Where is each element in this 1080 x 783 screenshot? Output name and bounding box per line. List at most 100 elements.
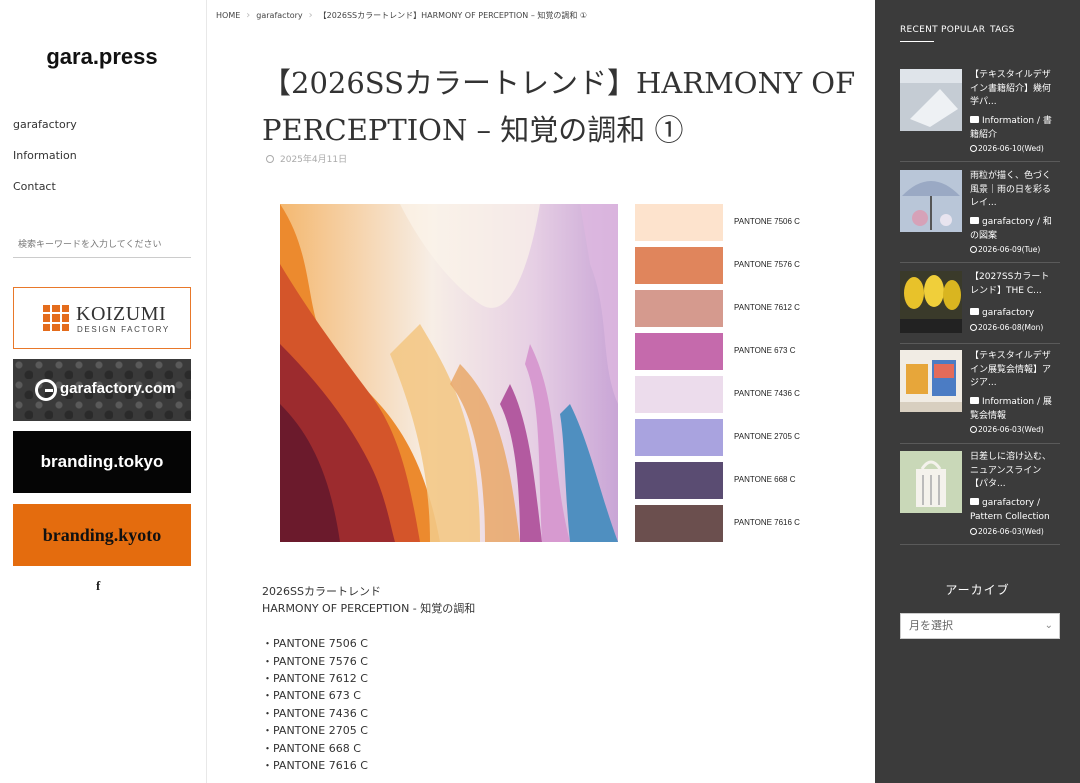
post-title[interactable]: 【テキスタイルデザイン書籍紹介】幾何学パ... — [970, 69, 1058, 110]
swatch-label: PANTONE 7576 C — [734, 260, 800, 269]
post-category[interactable]: garafactory — [970, 307, 1034, 321]
post-date: 2025年4月11日 — [266, 152, 347, 165]
page-title: 【2026SSカラートレンド】HARMONY OF PERCEPTION – 知… — [262, 66, 856, 147]
post-thumbnail — [900, 451, 962, 513]
swatch-7612 — [635, 290, 723, 327]
branding-kyoto-banner[interactable]: branding.kyoto — [13, 504, 191, 566]
garafactory-banner[interactable]: garafactory.com — [13, 359, 191, 421]
recent-post[interactable]: 日差しに溶け込む、ニュアンスライン【パタ... garafactory / Pa… — [900, 451, 1060, 551]
body-line — [262, 618, 475, 635]
clock-icon — [970, 324, 977, 331]
folder-icon — [970, 498, 979, 505]
post-thumbnail — [900, 350, 962, 412]
post-thumbnail — [900, 170, 962, 232]
nav-item-information[interactable]: Information — [13, 149, 77, 162]
clock-icon — [970, 246, 977, 253]
body-line: 2026SSカラートレンド — [262, 585, 381, 598]
divider — [900, 443, 1060, 444]
artwork-image — [280, 204, 618, 542]
chevron-right-icon: › — [246, 10, 251, 21]
post-date: 2026-06-08(Mon) — [970, 323, 1043, 332]
folder-icon — [970, 116, 979, 123]
post-category[interactable]: Information / 展覧会情報 — [970, 396, 1060, 423]
main-content: HOME › garafactory › 【2026SSカラートレンド】HARMONY … — [208, 0, 875, 783]
body-line: ・PANTONE 7612 C — [262, 672, 368, 686]
clock-icon — [970, 528, 977, 535]
body-line: ・PANTONE 673 C — [262, 689, 361, 703]
post-thumbnail — [900, 69, 962, 131]
body-line: HARMONY OF PERCEPTION - 知覚の調和 — [262, 602, 476, 616]
swatch-label: PANTONE 7616 C — [734, 518, 800, 527]
body-line: ・PANTONE 2705 C — [262, 724, 368, 738]
folder-icon — [970, 397, 979, 404]
post-date-text: 2025年4月11日 — [280, 155, 348, 165]
swatch-2705 — [635, 419, 723, 456]
swatch-7616 — [635, 505, 723, 542]
swatch-label: PANTONE 7436 C — [734, 389, 800, 398]
tab-recent[interactable]: RECENT — [900, 25, 938, 35]
folder-icon — [970, 217, 979, 224]
search-input[interactable] — [13, 232, 191, 258]
swatch-label: PANTONE 673 C — [734, 346, 796, 355]
clock-icon — [266, 155, 274, 163]
site-logo[interactable]: gara.press — [0, 44, 204, 70]
swatch-label: PANTONE 668 C — [734, 475, 796, 484]
swatch-label: PANTONE 7612 C — [734, 303, 800, 312]
garafactory-banner-label: garafactory.com — [60, 380, 176, 397]
archive-select[interactable]: 月を選択 ⌄ — [900, 613, 1060, 639]
chevron-down-icon: ⌄ — [1044, 620, 1053, 631]
branding-tokyo-banner[interactable]: branding.tokyo — [13, 431, 191, 493]
koizumi-banner-subtitle: DESIGN FACTORY — [77, 325, 170, 334]
divider — [900, 161, 1060, 162]
tab-active-indicator — [900, 41, 934, 42]
post-title[interactable]: 【2027SSカラートレンド】THE C... — [970, 271, 1058, 298]
post-title[interactable]: 雨粒が描く、色づく風景｜雨の日を彩るレイ... — [970, 170, 1058, 211]
breadcrumb-home[interactable]: HOME — [216, 11, 240, 20]
koizumi-logo-icon — [43, 305, 69, 331]
swatch-7576 — [635, 247, 723, 284]
divider — [900, 343, 1060, 344]
post-title[interactable]: 日差しに溶け込む、ニュアンスライン【パタ... — [970, 451, 1058, 492]
breadcrumb-current: 【2026SSカラートレンド】HARMONY OF PERCEPTION – 知… — [318, 11, 588, 20]
folder-icon — [970, 308, 979, 315]
post-date: 2026-06-03(Wed) — [970, 425, 1044, 434]
swatch-label: PANTONE 2705 C — [734, 432, 800, 441]
post-thumbnail — [900, 271, 962, 333]
recent-post[interactable]: 【テキスタイルデザイン書籍紹介】幾何学パ... Information / 書籍… — [900, 69, 1060, 169]
post-category[interactable]: Information / 書籍紹介 — [970, 115, 1060, 142]
archive-title: アーカイブ — [945, 583, 1010, 597]
body-line: ・PANTONE 7506 C — [262, 637, 368, 651]
koizumi-banner[interactable]: KOIZUMI DESIGN FACTORY — [13, 287, 191, 349]
body-line: ・PANTONE 668 C — [262, 741, 361, 755]
breadcrumb-garafactory[interactable]: garafactory — [256, 11, 302, 20]
recent-post[interactable]: 雨粒が描く、色づく風景｜雨の日を彩るレイ... garafactory / 和の… — [900, 170, 1060, 270]
nav-item-garafactory[interactable]: garafactory — [13, 118, 77, 131]
nav-item-contact[interactable]: Contact — [13, 180, 56, 193]
post-date: 2026-06-03(Wed) — [970, 527, 1044, 536]
divider — [900, 262, 1060, 263]
body-line: ・PANTONE 7616 C — [262, 759, 368, 773]
facebook-icon[interactable]: f — [96, 578, 100, 594]
post-date: 2026-06-09(Tue) — [970, 245, 1040, 254]
article-body: 2026SSカラートレンド HARMONY OF PERCEPTION - 知覚… — [262, 583, 475, 774]
divider — [900, 544, 1060, 545]
garafactory-logo-icon — [35, 379, 57, 401]
swatch-7436 — [635, 376, 723, 413]
recent-post[interactable]: 【テキスタイルデザイン展覧会情報】アジア... Information / 展覧… — [900, 350, 1060, 450]
swatch-7506 — [635, 204, 723, 241]
swatch-673 — [635, 333, 723, 370]
breadcrumb: HOME › garafactory › 【2026SSカラートレンド】HARMONY … — [216, 10, 587, 21]
chevron-right-icon: › — [308, 10, 313, 21]
post-category[interactable]: garafactory / Pattern Collection — [970, 497, 1060, 524]
clock-icon — [970, 145, 977, 152]
swatch-668 — [635, 462, 723, 499]
body-line: ・PANTONE 7576 C — [262, 654, 368, 668]
tab-tags[interactable]: TAGS — [990, 25, 1015, 35]
right-sidebar: RECENT POPULAR TAGS 【テキスタイルデザイン書籍紹介】幾何学パ… — [875, 0, 1080, 783]
post-category[interactable]: garafactory / 和の図案 — [970, 216, 1060, 243]
tab-popular[interactable]: POPULAR — [941, 25, 985, 35]
post-title[interactable]: 【テキスタイルデザイン展覧会情報】アジア... — [970, 350, 1058, 391]
left-sidebar: gara.press garafactory Information Conta… — [0, 0, 207, 783]
clock-icon — [970, 426, 977, 433]
body-line: ・PANTONE 7436 C — [262, 706, 368, 720]
